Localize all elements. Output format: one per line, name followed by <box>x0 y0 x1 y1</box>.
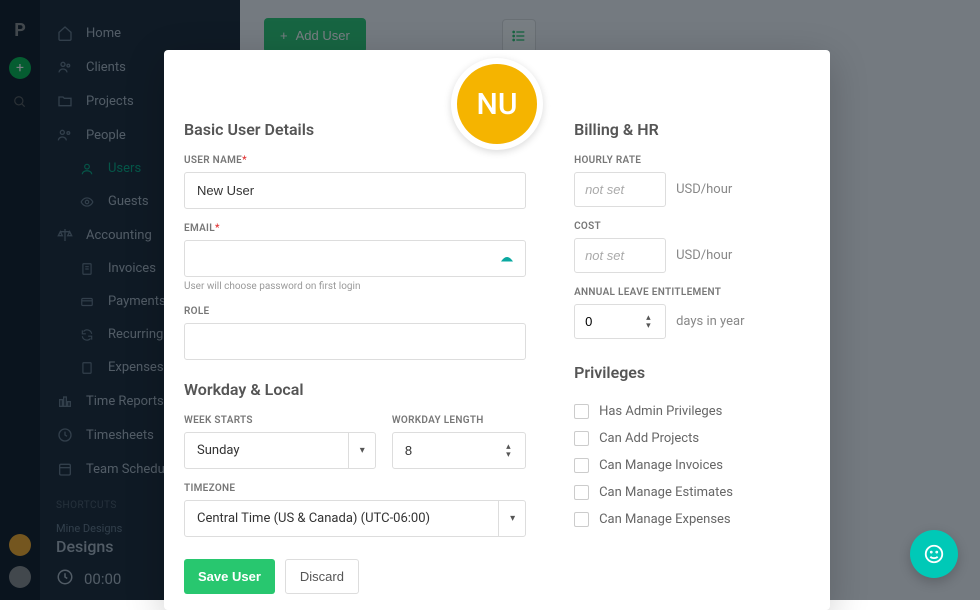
timezone-value: Central Time (US & Canada) (UTC-06:00) <box>184 500 526 537</box>
email-label: EMAIL* <box>184 223 526 234</box>
privilege-label: Can Manage Estimates <box>599 485 733 500</box>
hourly-rate-input[interactable] <box>574 172 666 207</box>
checkbox-icon <box>574 458 589 473</box>
password-manager-icon <box>498 248 516 266</box>
modal-footer: Save User Discard <box>184 559 359 594</box>
workday-length-stepper[interactable]: ▴▾ <box>392 432 526 469</box>
privilege-label: Can Add Projects <box>599 431 699 446</box>
timezone-label: TIMEZONE <box>184 483 526 494</box>
billing-title: Billing & HR <box>574 120 810 139</box>
privilege-label: Can Manage Expenses <box>599 512 731 527</box>
timezone-select[interactable]: Central Time (US & Canada) (UTC-06:00) ▾ <box>184 500 526 537</box>
privileges-title: Privileges <box>574 363 810 382</box>
checkbox-icon <box>574 485 589 500</box>
user-modal: NU Basic User Details USER NAME* EMAIL* … <box>164 50 830 610</box>
workday-length-label: WORKDAY LENGTH <box>392 415 526 426</box>
privilege-label: Has Admin Privileges <box>599 404 722 419</box>
privilege-manage-expenses[interactable]: Can Manage Expenses <box>574 506 810 533</box>
step-down-icon[interactable]: ▾ <box>646 322 662 330</box>
cost-input[interactable] <box>574 238 666 273</box>
privilege-manage-invoices[interactable]: Can Manage Invoices <box>574 452 810 479</box>
annual-leave-unit: days in year <box>676 314 744 329</box>
username-label: USER NAME* <box>184 155 526 166</box>
privilege-manage-estimates[interactable]: Can Manage Estimates <box>574 479 810 506</box>
chevron-down-icon: ▾ <box>498 500 526 537</box>
checkbox-icon <box>574 404 589 419</box>
annual-leave-stepper[interactable]: ▴▾ <box>574 304 666 339</box>
week-starts-label: WEEK STARTS <box>184 415 376 426</box>
privilege-label: Can Manage Invoices <box>599 458 723 473</box>
hourly-rate-label: HOURLY RATE <box>574 155 810 166</box>
annual-leave-label: ANNUAL LEAVE ENTITLEMENT <box>574 287 810 298</box>
cost-label: COST <box>574 221 810 232</box>
privilege-add-projects[interactable]: Can Add Projects <box>574 425 810 452</box>
hourly-rate-unit: USD/hour <box>676 182 732 197</box>
role-label: ROLE <box>184 306 526 317</box>
workday-title: Workday & Local <box>184 380 526 399</box>
checkbox-icon <box>574 512 589 527</box>
chevron-down-icon: ▾ <box>348 432 376 469</box>
cost-unit: USD/hour <box>676 248 732 263</box>
email-helper: User will choose password on first login <box>184 281 526 292</box>
save-button[interactable]: Save User <box>184 559 275 594</box>
discard-button[interactable]: Discard <box>285 559 359 594</box>
role-input[interactable] <box>184 323 526 360</box>
privilege-admin[interactable]: Has Admin Privileges <box>574 398 810 425</box>
email-input[interactable] <box>184 240 526 277</box>
privileges-list: Has Admin Privileges Can Add Projects Ca… <box>574 398 810 533</box>
username-input[interactable] <box>184 172 526 209</box>
checkbox-icon <box>574 431 589 446</box>
help-bubble[interactable] <box>910 530 958 578</box>
step-down-icon[interactable]: ▾ <box>506 451 522 459</box>
week-starts-select[interactable]: Sunday ▾ <box>184 432 376 469</box>
user-avatar[interactable]: NU <box>451 58 543 150</box>
